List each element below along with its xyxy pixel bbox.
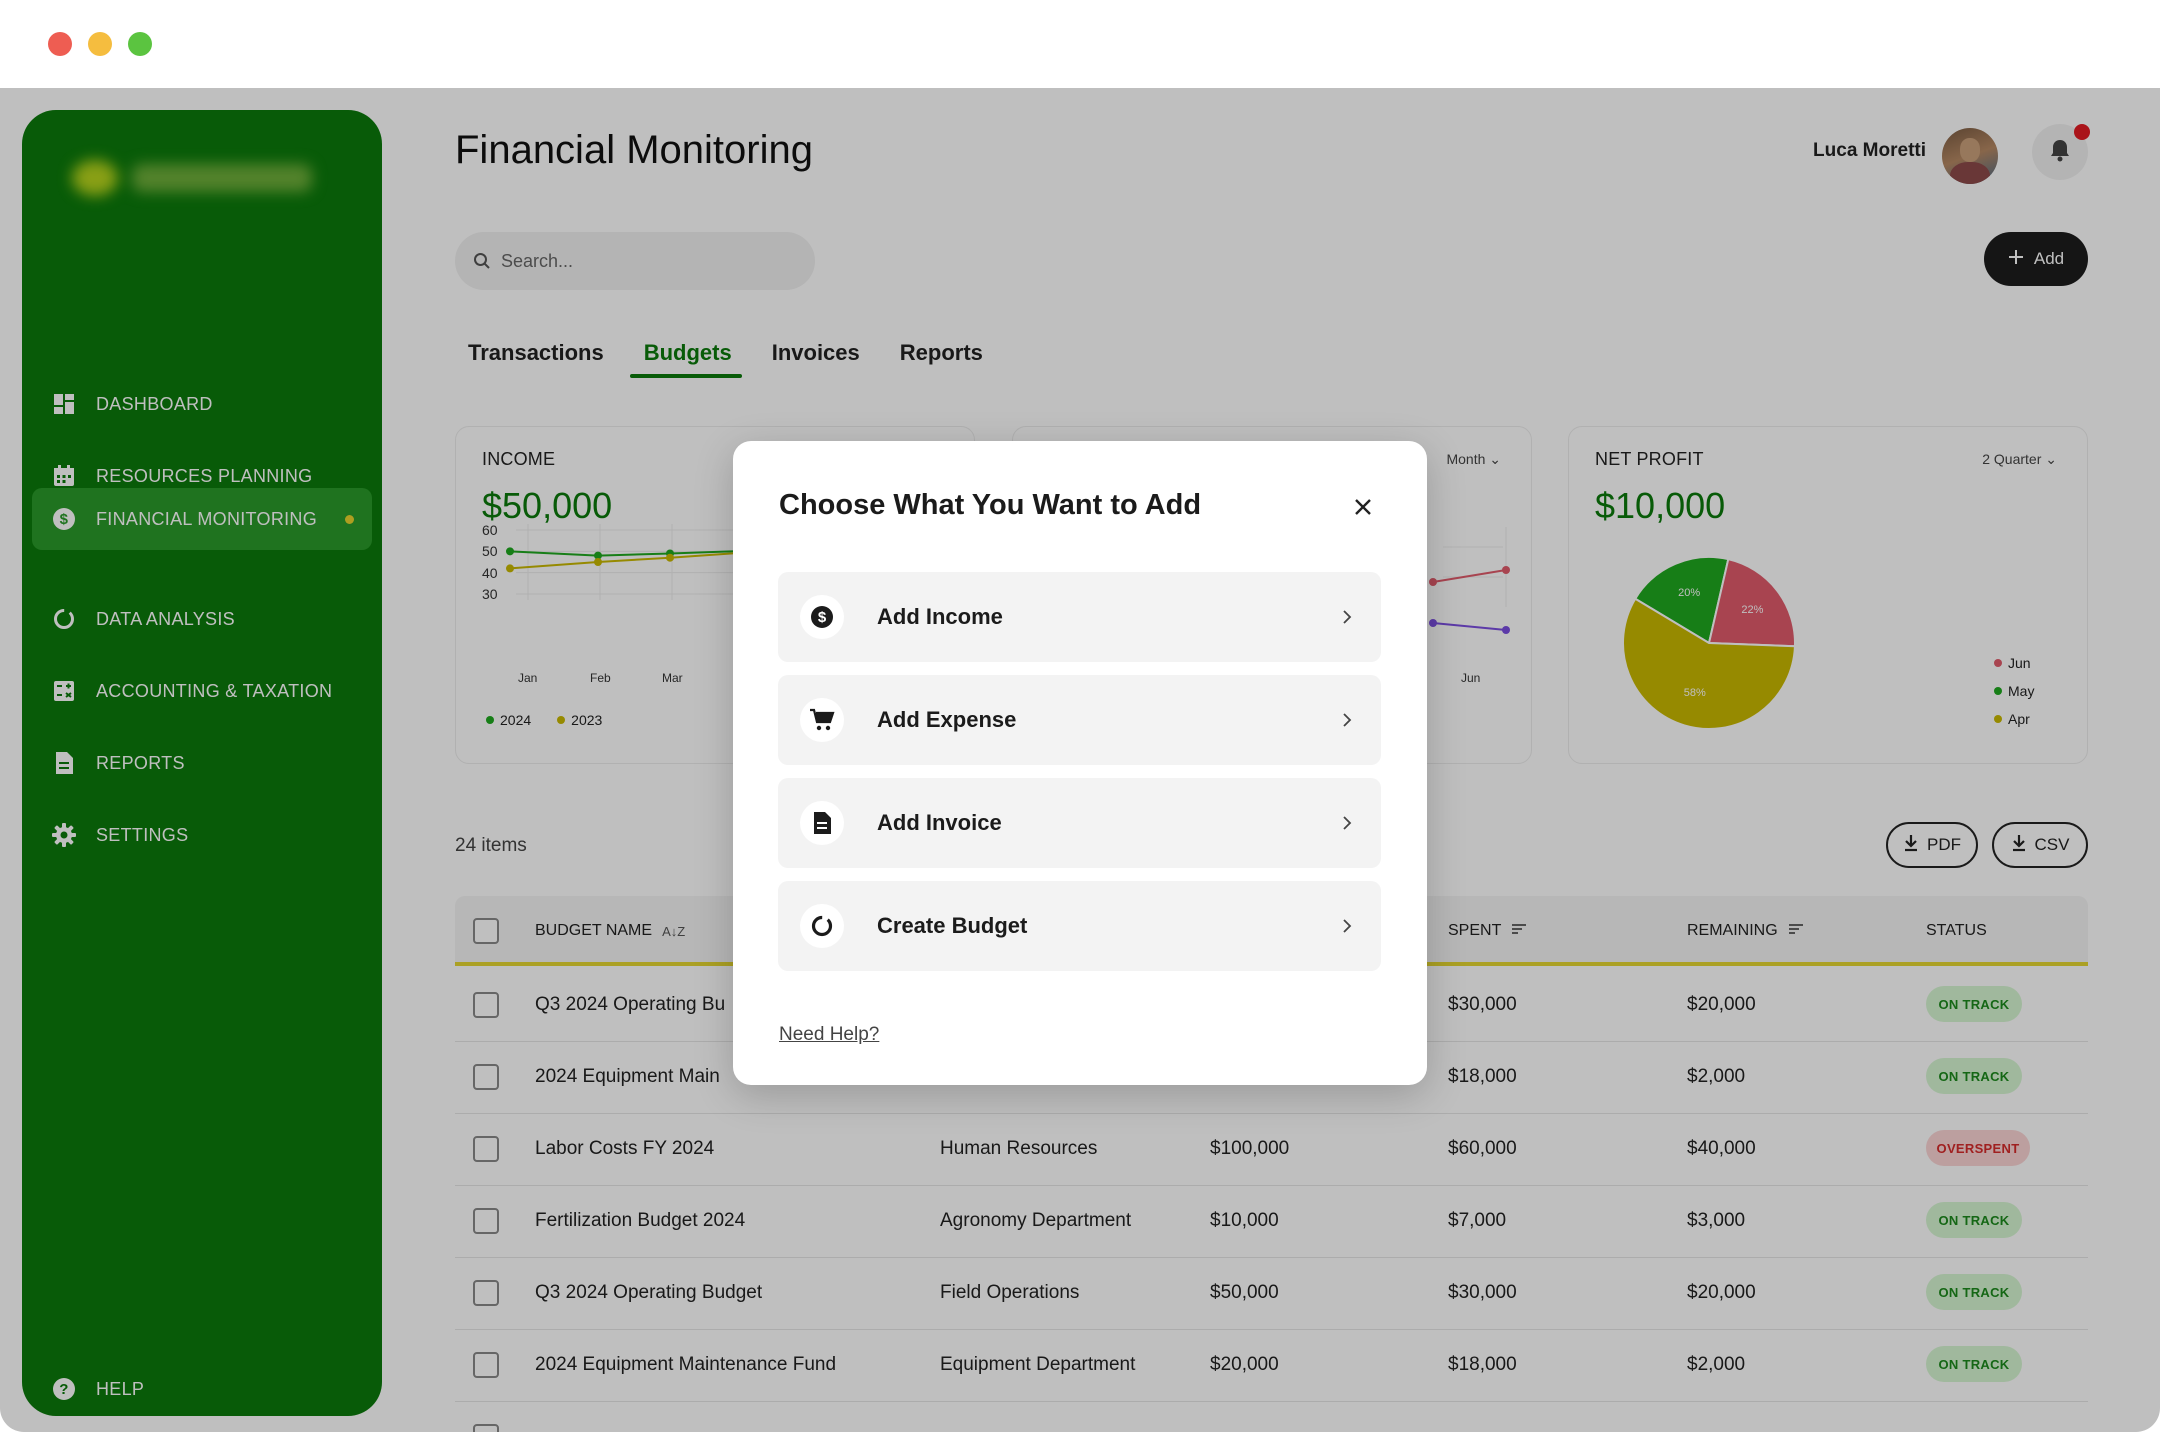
add-invoice-option[interactable]: Add Invoice xyxy=(778,778,1381,868)
create-budget-option[interactable]: Create Budget xyxy=(778,881,1381,971)
minimize-window-dot[interactable] xyxy=(88,32,112,56)
option-label: Add Expense xyxy=(877,707,1017,732)
dollar-circle-icon: $ xyxy=(800,595,844,639)
option-label: Create Budget xyxy=(877,913,1028,938)
svg-text:$: $ xyxy=(818,609,827,626)
close-icon xyxy=(1354,498,1372,521)
cart-icon xyxy=(800,698,844,742)
app: DASHBOARD RESOURCES PLANNING $ FINANCIAL… xyxy=(0,88,2160,1432)
add-income-option[interactable]: $ Add Income xyxy=(778,572,1381,662)
chevron-right-icon xyxy=(1334,810,1360,836)
chevron-right-icon xyxy=(1334,707,1360,733)
budget-ring-icon xyxy=(800,904,844,948)
app-frame: DASHBOARD RESOURCES PLANNING $ FINANCIAL… xyxy=(0,88,2160,1432)
close-window-dot[interactable] xyxy=(48,32,72,56)
modal-close-button[interactable] xyxy=(1345,491,1381,527)
add-expense-option[interactable]: Add Expense xyxy=(778,675,1381,765)
chevron-right-icon xyxy=(1334,913,1360,939)
add-modal: Choose What You Want to Add $ Add Income… xyxy=(733,441,1427,1085)
maximize-window-dot[interactable] xyxy=(128,32,152,56)
document-icon xyxy=(800,801,844,845)
window-titlebar xyxy=(0,0,2160,88)
need-help-link[interactable]: Need Help? xyxy=(779,1024,879,1046)
chevron-right-icon xyxy=(1334,604,1360,630)
option-label: Add Invoice xyxy=(877,810,1002,835)
option-label: Add Income xyxy=(877,604,1003,629)
modal-title: Choose What You Want to Add xyxy=(779,489,1202,521)
